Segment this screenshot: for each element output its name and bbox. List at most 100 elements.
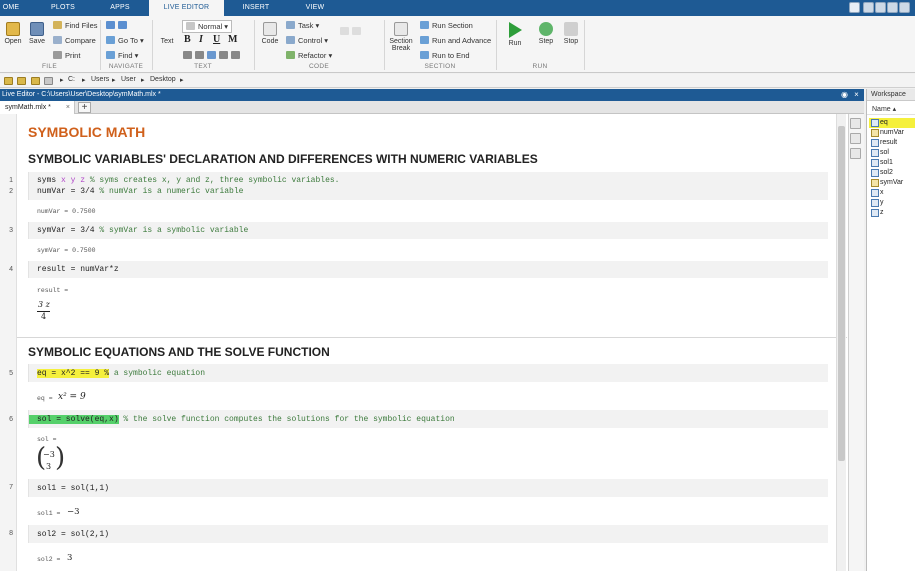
find-files-button[interactable]: Find Files xyxy=(53,20,98,31)
open-button[interactable]: Open xyxy=(2,22,24,45)
workspace-item-z[interactable]: z xyxy=(869,208,915,218)
control-button[interactable]: Control ▾ xyxy=(286,35,328,46)
bold-button[interactable]: B xyxy=(184,34,191,45)
undo-quick-icon[interactable] xyxy=(899,2,910,13)
underline-button[interactable]: U xyxy=(213,34,220,45)
output-sol1-label: sol1 = xyxy=(37,510,61,517)
cut-quick-icon[interactable] xyxy=(863,2,874,13)
section-break-button[interactable]: Section Break xyxy=(387,22,415,52)
save-icon xyxy=(30,22,44,36)
close-editor-icon[interactable]: × xyxy=(852,90,861,99)
group-label-code: CODE xyxy=(309,63,329,70)
group-label-navigate: NAVIGATE xyxy=(108,63,144,70)
code-line-7: sol1 = sol(1,1) xyxy=(37,484,110,493)
copy-quick-icon[interactable] xyxy=(875,2,886,13)
workspace-item-sol1[interactable]: sol1 xyxy=(869,158,915,168)
code-block-4[interactable]: result = numVar*z xyxy=(28,261,828,278)
monospace-button[interactable]: M xyxy=(228,34,237,45)
workspace-item-numvar[interactable]: numVar xyxy=(869,128,915,138)
code-icon xyxy=(263,22,277,36)
right-paren: ) xyxy=(55,443,66,473)
text-button[interactable]: Text xyxy=(157,38,177,45)
tab-view[interactable]: VIEW xyxy=(292,0,338,16)
section-heading-declaration: SYMBOLIC VARIABLES' DECLARATION AND DIFF… xyxy=(28,152,538,166)
output-inline-icon[interactable] xyxy=(850,133,861,144)
close-tab-icon[interactable]: × xyxy=(66,101,70,114)
run-to-end-button[interactable]: Run to End xyxy=(420,50,470,61)
run-section-button[interactable]: Run Section xyxy=(420,20,473,31)
breadcrumb-drive[interactable]: C: xyxy=(68,76,75,83)
refactor-button[interactable]: Refactor ▾ xyxy=(286,50,332,61)
breadcrumb-arrow: ▸ xyxy=(60,77,64,84)
save-button[interactable]: Save xyxy=(26,22,48,45)
tab-insert[interactable]: INSERT xyxy=(230,0,282,16)
italic-button[interactable]: I xyxy=(199,34,203,45)
matlab-window: OME PLOTS APPS LIVE EDITOR INSERT VIEW O… xyxy=(0,0,915,571)
up-folder-icon[interactable] xyxy=(31,77,40,85)
numeric-var-icon xyxy=(871,179,879,187)
find-icon xyxy=(106,51,115,59)
find-button[interactable]: Find ▾ xyxy=(106,50,138,61)
refactor-icon xyxy=(286,51,295,59)
symbolic-var-icon xyxy=(871,209,879,217)
breadcrumb-user[interactable]: User xyxy=(121,76,136,83)
workspace-item-result[interactable]: result xyxy=(869,138,915,148)
task-button[interactable]: Task ▾ xyxy=(286,20,319,31)
line-number: 4 xyxy=(9,266,13,273)
tab-home[interactable]: OME xyxy=(0,0,22,16)
step-button[interactable]: Step xyxy=(535,22,557,45)
output-right-icon[interactable] xyxy=(850,118,861,129)
align-center-icon xyxy=(219,51,228,59)
breadcrumb-users[interactable]: Users xyxy=(91,76,109,83)
output-sol1-value: −3 xyxy=(67,507,80,517)
workspace-item-symvar[interactable]: symVar xyxy=(869,178,915,188)
output-result-label: result = xyxy=(37,287,69,294)
paste-quick-icon[interactable] xyxy=(887,2,898,13)
back-icon[interactable] xyxy=(4,77,13,85)
code-block-7[interactable]: sol1 = sol(1,1) xyxy=(28,479,828,497)
run-button[interactable]: Run xyxy=(504,22,526,47)
file-tab-symmath[interactable]: symMath.mlx * × xyxy=(0,101,75,114)
control-icon xyxy=(286,36,295,44)
go-to-button[interactable]: Go To ▾ xyxy=(106,35,144,46)
tab-plots[interactable]: PLOTS xyxy=(44,0,82,16)
new-tab-button[interactable]: + xyxy=(78,102,91,113)
numeric-var-icon xyxy=(871,129,879,137)
browse-folder-icon[interactable] xyxy=(44,77,53,85)
compare-button[interactable]: Compare xyxy=(53,35,96,46)
list-buttons[interactable] xyxy=(183,50,243,61)
run-and-advance-button[interactable]: Run and Advance xyxy=(420,35,491,46)
save-quick-icon[interactable] xyxy=(849,2,860,13)
sol-value-1: −3 xyxy=(43,450,55,459)
align-right-icon xyxy=(231,51,240,59)
workspace-item-sol[interactable]: sol xyxy=(869,148,915,158)
breadcrumb-desktop[interactable]: Desktop xyxy=(150,76,176,83)
workspace-item-x[interactable]: x xyxy=(869,188,915,198)
comment-buttons[interactable] xyxy=(340,26,364,37)
stop-button[interactable]: Stop xyxy=(560,22,582,45)
code-block-8[interactable]: sol2 = sol(2,1) xyxy=(28,525,828,543)
live-editor-document[interactable]: 1 2 3 4 5 6 7 8 SYMBOLIC MATH SYMBOLIC V… xyxy=(0,114,848,571)
code-line-8: sol2 = sol(2,1) xyxy=(37,530,110,539)
text-style-select[interactable]: Normal ▾ xyxy=(182,20,233,33)
workspace-item-eq[interactable]: eq xyxy=(869,118,915,128)
hide-code-icon[interactable] xyxy=(850,148,861,159)
code-button[interactable]: Code xyxy=(259,22,281,45)
symbolic-var-icon xyxy=(871,139,879,147)
tab-apps[interactable]: APPS xyxy=(101,0,139,16)
forward-icon[interactable] xyxy=(17,77,26,85)
tab-live-editor[interactable]: LIVE EDITOR xyxy=(149,0,224,16)
nav-arrows[interactable] xyxy=(106,20,130,31)
code-block-1-2[interactable]: syms x y z % syms creates x, y and z, th… xyxy=(28,172,828,200)
editor-options-icon[interactable]: ◉ xyxy=(840,90,849,99)
code-block-5[interactable]: eq = x^2 == 9 % a symbolic equation xyxy=(28,364,828,382)
scrollbar-thumb[interactable] xyxy=(838,126,845,461)
workspace-item-sol2[interactable]: sol2 xyxy=(869,168,915,178)
code-block-3[interactable]: symVar = 3/4 % symVar is a symbolic vari… xyxy=(28,222,828,239)
workspace-name-column-header[interactable]: Name ▴ xyxy=(867,104,915,115)
code-block-6[interactable]: sol = solve(eq,x) % the solve function c… xyxy=(28,410,828,428)
stop-icon xyxy=(564,22,578,36)
workspace-item-y[interactable]: y xyxy=(869,198,915,208)
output-sol2-label: sol2 = xyxy=(37,556,61,563)
print-button[interactable]: Print xyxy=(53,50,80,61)
